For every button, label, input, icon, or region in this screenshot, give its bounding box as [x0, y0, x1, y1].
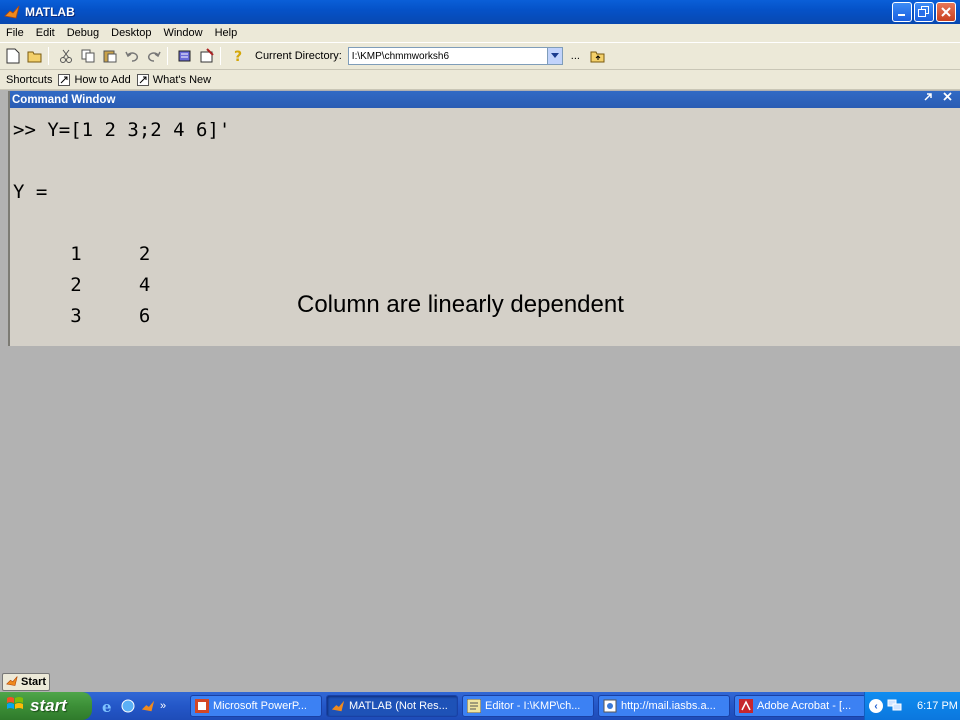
matlab-logo-icon[interactable] [140, 698, 156, 714]
acrobat-icon [739, 699, 753, 713]
shortcut-label: What's New [152, 73, 212, 86]
svg-text:e: e [102, 698, 112, 714]
output-line: Y = [13, 181, 48, 203]
undo-icon[interactable] [123, 47, 141, 65]
network-icon[interactable] [887, 698, 903, 715]
help-icon[interactable]: ? [229, 47, 247, 65]
open-folder-icon[interactable] [26, 47, 44, 65]
shortcut-label: How to Add [74, 73, 131, 86]
up-folder-icon[interactable] [589, 47, 607, 65]
shortcuts-bar: Shortcuts How to Add What's New [0, 70, 960, 90]
matlab-start-label: Start [21, 676, 47, 688]
matlab-logo-icon [6, 675, 18, 690]
chevron-down-icon[interactable] [546, 47, 563, 65]
menu-help[interactable]: Help [209, 27, 244, 39]
browse-button[interactable]: ... [571, 50, 585, 62]
guide-icon[interactable] [198, 47, 216, 65]
toolbar: ? Current Directory: ... [0, 42, 960, 70]
task-label: Adobe Acrobat - [... [757, 700, 852, 712]
simulink-icon[interactable] [176, 47, 194, 65]
quick-launch: e » [100, 698, 186, 714]
shortcut-link-icon [136, 73, 149, 86]
toolbar-separator [48, 47, 49, 65]
command-line: >> Y=[1 2 3;2 4 6]' [13, 119, 231, 141]
task-acrobat[interactable]: Adobe Acrobat - [... [734, 695, 866, 717]
editor-icon [467, 699, 481, 713]
shortcut-whats-new[interactable]: What's New [136, 73, 212, 86]
powerpoint-icon [195, 699, 209, 713]
toolbar-separator [220, 47, 221, 65]
taskbar: start e » Microsoft PowerP... MATLAB (No… [0, 692, 960, 720]
menu-window[interactable]: Window [157, 27, 208, 39]
output-line: 1 2 [13, 243, 151, 265]
redo-icon[interactable] [145, 47, 163, 65]
menu-bar: File Edit Debug Desktop Window Help [0, 24, 960, 42]
minimize-button[interactable] [892, 2, 912, 22]
task-label: Microsoft PowerP... [213, 700, 307, 712]
command-window-title: Command Window [12, 93, 116, 106]
toolbar-separator [167, 47, 168, 65]
close-button[interactable] [936, 2, 956, 22]
matlab-logo-icon [3, 3, 21, 21]
restore-button[interactable] [914, 2, 934, 22]
covered-area [0, 346, 960, 670]
task-label: http://mail.iasbs.a... [621, 700, 716, 712]
task-editor[interactable]: Editor - I:\KMP\ch... [462, 695, 594, 717]
shortcut-how-to-add[interactable]: How to Add [58, 73, 131, 86]
copy-icon[interactable] [79, 47, 97, 65]
command-window-header: Command Window [10, 91, 960, 108]
current-directory-input[interactable] [347, 47, 548, 65]
clock[interactable]: 6:17 PM [917, 700, 958, 712]
tray-expand-icon[interactable]: ‹ [869, 699, 883, 713]
close-icon[interactable] [943, 92, 952, 105]
windows-logo-icon [6, 695, 24, 718]
task-matlab[interactable]: MATLAB (Not Res... [326, 695, 458, 717]
start-button[interactable]: start [0, 692, 92, 720]
cut-icon[interactable] [57, 47, 75, 65]
menu-file[interactable]: File [0, 27, 30, 39]
more-chevron-icon[interactable]: » [160, 700, 166, 712]
annotation-text: Column are linearly dependent [297, 291, 624, 318]
paste-icon[interactable] [101, 47, 119, 65]
menu-edit[interactable]: Edit [30, 27, 61, 39]
start-label: start [30, 696, 67, 715]
task-powerpoint[interactable]: Microsoft PowerP... [190, 695, 322, 717]
matlab-logo-icon [331, 699, 345, 713]
system-tray: ‹ 6:17 PM [864, 692, 960, 720]
matlab-start-button[interactable]: Start [2, 673, 50, 691]
task-label: Editor - I:\KMP\ch... [485, 700, 581, 712]
output-line: 2 4 [13, 274, 151, 296]
svg-text:?: ? [234, 49, 242, 64]
window-title: MATLAB [25, 5, 75, 19]
new-file-icon[interactable] [4, 47, 22, 65]
task-label: MATLAB (Not Res... [349, 700, 448, 712]
undock-icon[interactable] [923, 92, 933, 105]
current-directory-label: Current Directory: [255, 50, 342, 62]
menu-debug[interactable]: Debug [61, 27, 105, 39]
output-line: 3 6 [13, 305, 151, 327]
ie-alt-icon[interactable] [120, 698, 136, 714]
task-browser[interactable]: http://mail.iasbs.a... [598, 695, 730, 717]
webpage-icon [603, 699, 617, 713]
title-bar: MATLAB [0, 0, 960, 24]
internet-explorer-icon[interactable]: e [100, 698, 116, 714]
shortcut-link-icon [58, 73, 71, 86]
shortcuts-label[interactable]: Shortcuts [6, 74, 52, 86]
menu-desktop[interactable]: Desktop [105, 27, 157, 39]
